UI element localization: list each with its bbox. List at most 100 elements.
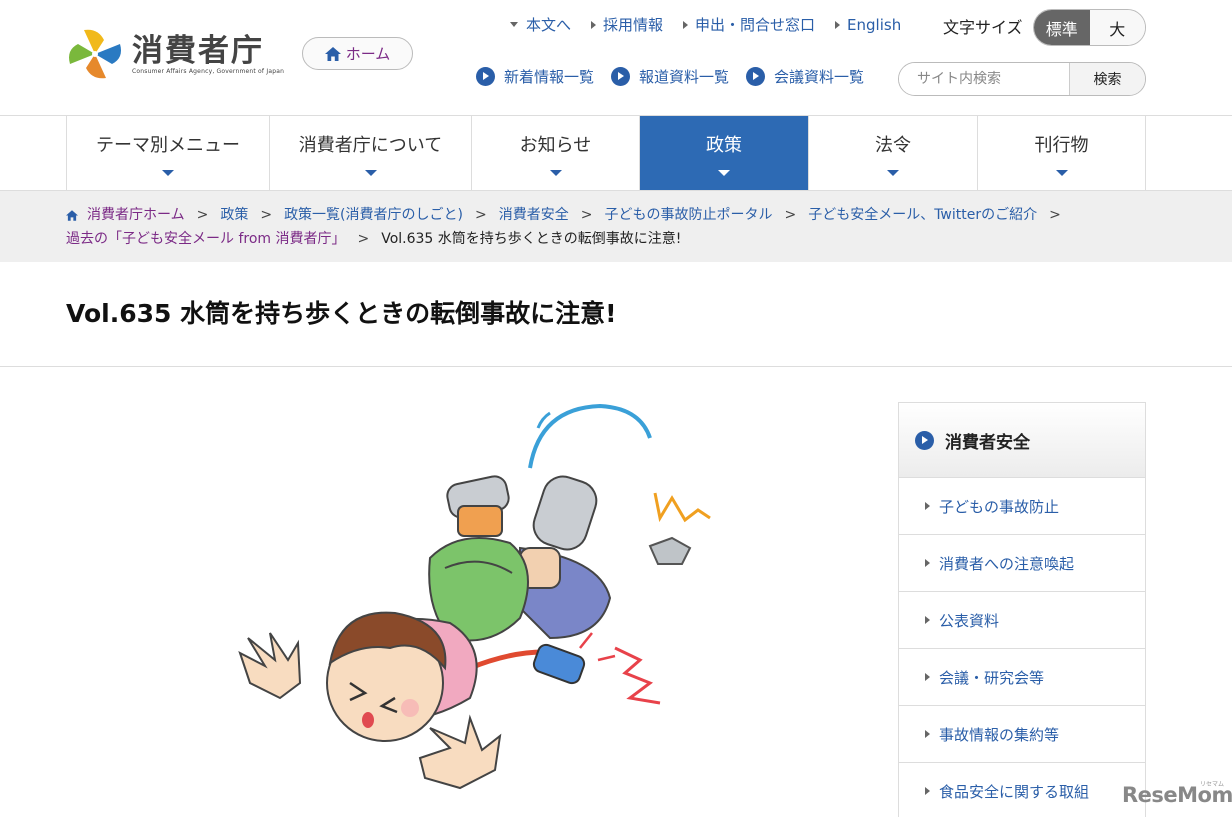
chevron-down-icon [162, 169, 174, 176]
side-menu-item[interactable]: 公表資料 [899, 592, 1145, 649]
side-menu-title: 消費者安全 [945, 432, 1030, 453]
chevron-right-icon [925, 616, 930, 624]
side-menu-item-label: 会議・研究会等 [939, 668, 1045, 687]
side-menu-item[interactable]: 消費者への注意喚起 [899, 535, 1145, 592]
chevron-right-icon [591, 20, 597, 29]
breadcrumb-separator: > [260, 207, 273, 223]
side-menu-item[interactable]: 会議・研究会等 [899, 649, 1145, 706]
sub-links: 新着情報一覧 報道資料一覧 会議資料一覧 [476, 66, 881, 87]
sub-link-label: 新着情報一覧 [504, 68, 595, 86]
chevron-right-icon [925, 502, 930, 510]
breadcrumb-separator: > [357, 231, 370, 247]
chevron-right-icon [925, 673, 930, 681]
side-menu-item[interactable]: 事故情報の集約等 [899, 706, 1145, 763]
util-link-label: 申出・問合せ窓口 [695, 16, 816, 34]
breadcrumb: 消費者庁ホーム > 政策 > 政策一覧(消費者庁のしごと) > 消費者安全 > … [0, 191, 1232, 262]
arrow-circle-icon [746, 67, 766, 86]
breadcrumb-link-policy-list[interactable]: 政策一覧(消費者庁のしごと) [284, 203, 463, 227]
chevron-right-icon [835, 20, 841, 29]
meeting-list-link[interactable]: 会議資料一覧 [746, 66, 864, 87]
breadcrumb-link-home[interactable]: 消費者庁ホーム [87, 203, 185, 227]
side-menu-item-label: 消費者への注意喚起 [939, 554, 1075, 573]
logo-pinwheel-icon [69, 29, 121, 79]
breadcrumb-separator: > [196, 207, 209, 223]
side-menu-item[interactable]: 子どもの事故防止 [899, 478, 1145, 535]
sub-link-label: 報道資料一覧 [639, 68, 730, 86]
chevron-down-icon [510, 22, 518, 27]
skip-to-content-link[interactable]: 本文へ [510, 14, 571, 35]
contact-link[interactable]: 申出・問合せ窓口 [683, 14, 815, 35]
site-logo[interactable]: 消費者庁 Consumer Affairs Agency, Government… [64, 26, 284, 82]
side-menu-item-label: 公表資料 [939, 611, 1000, 630]
logo-subtitle: Consumer Affairs Agency, Government of J… [132, 67, 285, 75]
chevron-right-icon [683, 20, 689, 29]
side-menu: 消費者安全 子どもの事故防止 消費者への注意喚起 公表資料 会議・研究会等 事故… [898, 402, 1146, 817]
nav-label: お知らせ [519, 134, 592, 156]
logo-name: 消費者庁 [132, 32, 264, 69]
nav-label: 刊行物 [1034, 134, 1089, 156]
site-header: 消費者庁 Consumer Affairs Agency, Government… [0, 0, 1232, 116]
home-icon [324, 46, 341, 61]
nav-laws[interactable]: 法令 [809, 116, 978, 190]
page-title: Vol.635 水筒を持ち歩くときの転倒事故に注意! [66, 299, 617, 328]
nav-label: 消費者庁について [298, 134, 443, 156]
watermark-sub: リセマム [1200, 781, 1225, 788]
chevron-down-icon [549, 169, 562, 176]
english-link[interactable]: English [835, 16, 901, 34]
home-button-label: ホーム [345, 45, 391, 63]
side-menu-header[interactable]: 消費者安全 [899, 403, 1145, 478]
nav-publications[interactable]: 刊行物 [978, 116, 1146, 190]
font-size-label: 文字サイズ [943, 18, 1023, 37]
breadcrumb-separator: > [1049, 207, 1061, 223]
nav-label: 法令 [875, 134, 911, 156]
side-menu-item-label: 食品安全に関する取組 [939, 782, 1090, 801]
search-button[interactable]: 検索 [1069, 63, 1145, 95]
sub-link-label: 会議資料一覧 [774, 68, 865, 86]
breadcrumb-separator: > [580, 207, 593, 223]
nav-news[interactable]: お知らせ [472, 116, 640, 190]
nav-theme-menu[interactable]: テーマ別メニュー [67, 116, 270, 190]
breadcrumb-current: Vol.635 水筒を持ち歩くときの転倒事故に注意! [381, 231, 682, 247]
search-input[interactable] [899, 63, 1069, 95]
nav-label: テーマ別メニュー [96, 134, 240, 156]
side-menu-item[interactable]: 食品安全に関する取組 [899, 763, 1145, 817]
util-link-label: 本文へ [526, 16, 572, 34]
chevron-right-icon [925, 559, 930, 567]
site-search: 検索 [898, 62, 1146, 96]
font-size-large-button[interactable]: 大 [1089, 10, 1145, 45]
breadcrumb-separator: > [784, 207, 797, 223]
nav-policy[interactable]: 政策 [640, 116, 809, 190]
nav-label: 政策 [706, 134, 742, 156]
child-falling-illustration [238, 403, 711, 790]
breadcrumb-separator: > [475, 207, 487, 223]
breadcrumb-link-policy[interactable]: 政策 [220, 203, 248, 227]
side-menu-item-label: 事故情報の集約等 [939, 725, 1060, 744]
title-divider [0, 366, 1232, 367]
breadcrumb-link-mail-twitter[interactable]: 子ども安全メール、Twitterのご紹介 [808, 203, 1037, 227]
font-size-standard-button[interactable]: 標準 [1034, 10, 1090, 45]
chevron-down-icon [887, 169, 899, 176]
home-button[interactable]: ホーム [302, 37, 413, 70]
nav-about[interactable]: 消費者庁について [270, 116, 472, 190]
chevron-down-icon [718, 169, 730, 176]
news-list-link[interactable]: 新着情報一覧 [476, 66, 594, 87]
side-menu-item-label: 子どもの事故防止 [939, 497, 1060, 516]
arrow-circle-icon [476, 67, 495, 86]
chevron-right-icon [925, 730, 930, 738]
arrow-circle-icon [915, 430, 934, 450]
util-link-label: 採用情報 [603, 16, 664, 34]
press-list-link[interactable]: 報道資料一覧 [611, 66, 729, 87]
utility-links: 本文へ 採用情報 申出・問合せ窓口 English [510, 14, 921, 35]
breadcrumb-link-consumer-safety[interactable]: 消費者安全 [499, 203, 569, 227]
font-size-toggle: 標準 大 [1033, 9, 1146, 46]
util-link-label: English [847, 15, 902, 34]
recruit-link[interactable]: 採用情報 [591, 14, 663, 35]
home-icon [66, 209, 78, 221]
arrow-circle-icon [611, 67, 631, 86]
breadcrumb-link-child-portal[interactable]: 子どもの事故防止ポータル [604, 203, 772, 227]
chevron-down-icon [1055, 169, 1068, 176]
chevron-down-icon [364, 169, 377, 176]
chevron-right-icon [925, 787, 930, 795]
global-nav: テーマ別メニュー 消費者庁について お知らせ 政策 法令 刊行物 [0, 115, 1232, 191]
breadcrumb-link-past-mail[interactable]: 過去の「子ども安全メール from 消費者庁」 [66, 227, 345, 251]
